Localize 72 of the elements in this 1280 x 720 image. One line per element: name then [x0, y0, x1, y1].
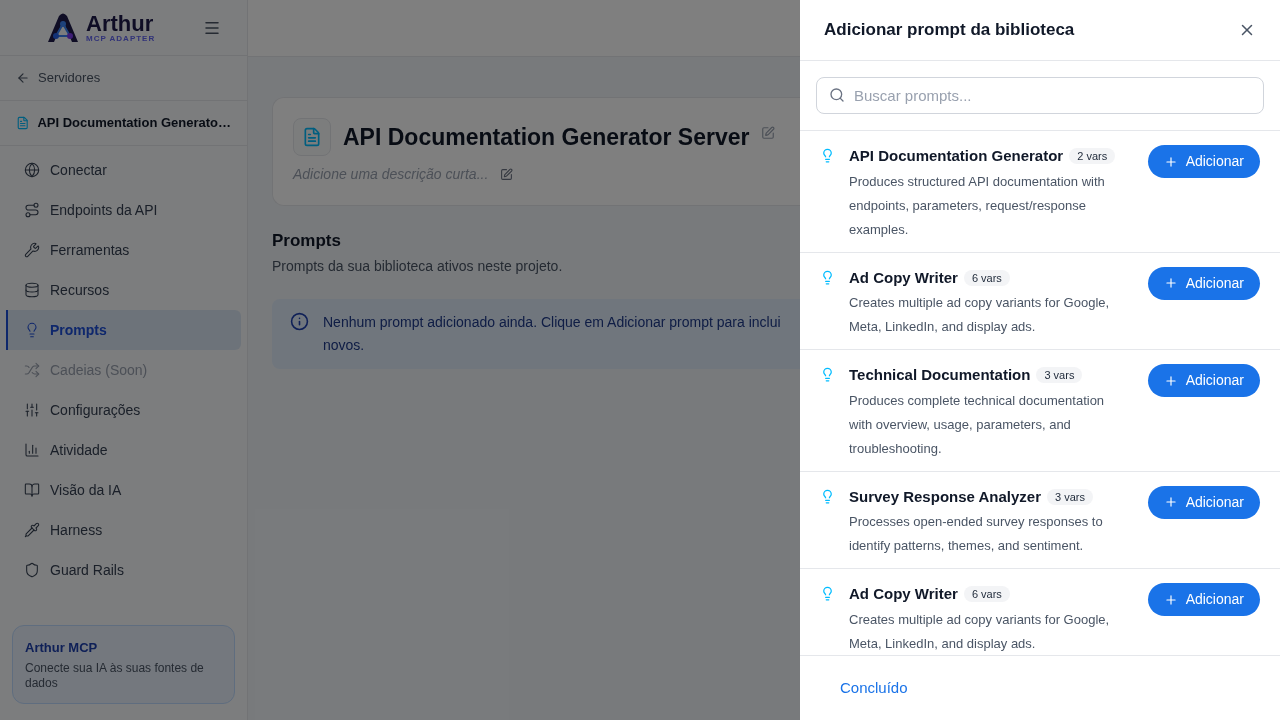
sliders-icon — [24, 402, 40, 418]
nav-item[interactable]: Prompts — [6, 310, 241, 350]
vars-badge: 3 vars — [1047, 488, 1093, 505]
shield-icon — [24, 562, 40, 578]
globe-icon — [24, 162, 40, 178]
server-title: API Documentation Generator Server — [343, 122, 750, 152]
nav-item[interactable]: Configurações — [6, 390, 241, 430]
search-field[interactable]: Buscar prompts... — [816, 77, 1264, 114]
search-icon — [829, 87, 845, 103]
database-icon — [24, 282, 40, 298]
vars-badge: 2 vars — [1069, 148, 1116, 165]
nav-item[interactable]: Harness — [6, 510, 241, 550]
add-button[interactable]: Adicionar — [1147, 266, 1260, 300]
prompt-description: Creates multiple ad copy variants for Google, Meta, LinkedIn, and display ads. — [849, 294, 1111, 336]
route-icon — [24, 202, 40, 218]
prompt-name: Ad Copy Writer — [849, 584, 958, 604]
nav-item[interactable]: Atividade — [6, 430, 241, 470]
edit-icon[interactable] — [761, 126, 776, 140]
promo-text: Conecte sua IA às suas fontes de dados — [25, 661, 205, 691]
nav-item[interactable]: Ferramentas — [6, 230, 241, 270]
vars-badge: 6 vars — [963, 586, 1010, 603]
document-icon — [16, 115, 30, 131]
nav-item[interactable]: Guard Rails — [6, 550, 241, 590]
lightbulb-icon — [820, 586, 835, 601]
lightbulb-icon — [820, 148, 835, 163]
promo-title: Arthur MCP — [25, 638, 99, 657]
backdrop-overlay[interactable] — [0, 0, 800, 720]
plus-icon — [1163, 154, 1178, 169]
prompt-description: Creates multiple ad copy variants for Google, Meta, LinkedIn, and display ads. — [849, 610, 1111, 653]
prompt-name: Survey Response Analyzer — [849, 486, 1042, 507]
server-name: API Documentation Generato… — [37, 114, 231, 133]
vars-badge: 6 vars — [963, 269, 1010, 286]
notice-text: Nenhum prompt adicionado ainda. Clique em Adicionar prompt para inclui — [323, 312, 781, 332]
logo-name: Arthur — [86, 12, 155, 35]
prompt-name: Technical Documentation — [849, 365, 1031, 385]
prompt-description: Produces complete technical documentation with overview, usage, parameters, and troubleshooting. — [849, 391, 1106, 458]
drawer-title: Adicionar prompt da biblioteca — [824, 19, 1075, 42]
document-icon — [302, 127, 322, 147]
lightbulb-icon — [24, 322, 40, 338]
wrench-icon — [24, 242, 40, 258]
pipette-icon — [24, 522, 40, 538]
plus-icon — [1163, 592, 1178, 607]
prompt-description: Produces structured API documentation with endpoints, parameters, request/response examples. — [849, 172, 1106, 239]
shuffle-icon — [24, 362, 40, 378]
lightbulb-icon — [820, 367, 835, 382]
notice-text: novos. — [323, 335, 366, 355]
plus-icon — [1163, 373, 1178, 388]
bar-chart-icon — [24, 442, 40, 458]
edit-icon[interactable] — [500, 168, 514, 181]
nav-item[interactable]: Recursos — [6, 270, 241, 310]
lightbulb-icon — [820, 269, 835, 285]
add-button[interactable]: Adicionar — [1147, 485, 1260, 519]
prompt-name: Ad Copy Writer — [849, 267, 958, 288]
prompt-name: API Documentation Generator — [849, 146, 1064, 166]
vars-badge: 3 vars — [1036, 367, 1083, 384]
book-icon — [24, 482, 40, 498]
logo-tagline: MCP ADAPTER — [86, 34, 156, 43]
add-button[interactable]: Adicionar — [1147, 145, 1260, 178]
section-subtitle: Prompts da sua biblioteca ativos neste projeto. — [272, 256, 564, 276]
plus-icon — [1163, 276, 1178, 290]
done-button[interactable]: Concluído — [840, 676, 908, 700]
plus-icon — [1163, 495, 1178, 509]
nav-item[interactable]: Conectar — [6, 150, 241, 190]
nav-item[interactable]: Visão da IA — [6, 470, 241, 510]
nav-item[interactable]: Endpoints da API — [6, 190, 241, 230]
section-title: Prompts — [272, 230, 342, 252]
prompt-description: Processes open-ended survey responses to identify patterns, themes, and sentiment. — [849, 513, 1104, 555]
back-link[interactable]: Servidores — [16, 68, 101, 88]
add-button[interactable]: Adicionar — [1147, 583, 1260, 616]
add-button[interactable]: Adicionar — [1147, 364, 1260, 397]
info-icon — [290, 311, 309, 331]
lightbulb-icon — [820, 488, 835, 504]
